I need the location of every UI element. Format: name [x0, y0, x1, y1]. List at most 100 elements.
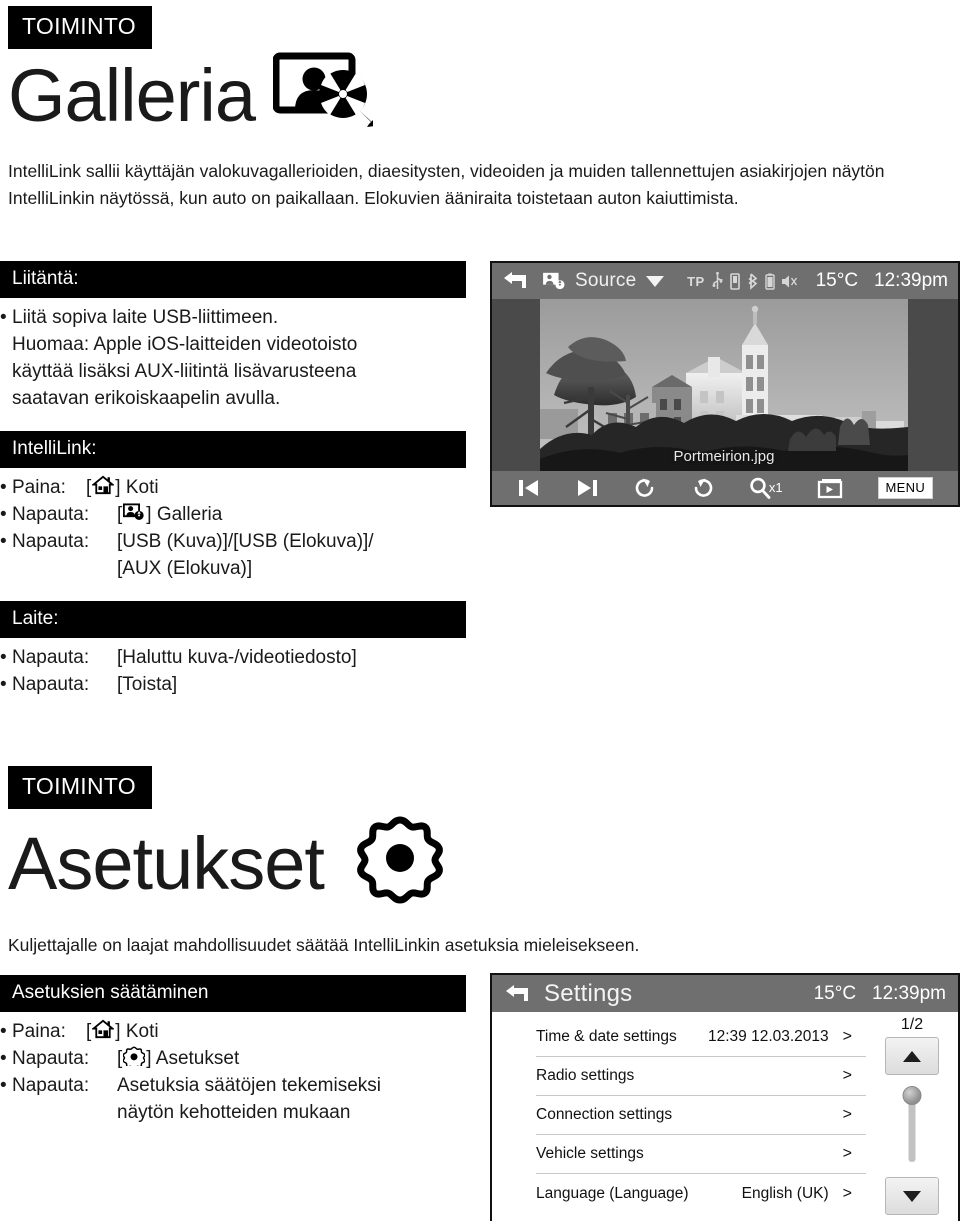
list-item: käyttää lisäksi AUX-liitintä lisävaruste…	[0, 359, 470, 386]
settings-row-vehicle[interactable]: Vehicle settings >	[536, 1135, 866, 1174]
list-item-label: Paina:	[12, 476, 66, 498]
list-item: näytön kehotteiden mukaan	[0, 1100, 470, 1127]
block-rows-intellilink: • Paina: [ ] Koti • Napauta: [] Galleri…	[0, 475, 470, 583]
list-item-text: [Toista]	[117, 673, 178, 695]
list-item-label: Napauta:	[12, 1047, 90, 1069]
list-item-text: [AUX (Elokuva)]	[117, 557, 253, 579]
block-heading-laite: Laite:	[0, 600, 466, 638]
bracket-open: [	[117, 1047, 123, 1069]
list-item: saatavan erikoiskaapelin avulla.	[0, 386, 470, 413]
bullet: •	[0, 1074, 7, 1096]
list-item: Huomaa: Apple iOS-laitteiden videotoisto	[0, 332, 470, 359]
list-item: • Paina: [ ] Koti	[0, 1019, 470, 1046]
source-label[interactable]: Source	[575, 270, 636, 292]
bullet: •	[0, 530, 7, 552]
chevron-right-icon: >	[842, 1106, 852, 1123]
mute-speaker-icon	[781, 274, 798, 289]
battery-icon	[764, 273, 775, 290]
list-item-text: [Haluttu kuva-/videotiedosto]	[117, 646, 357, 668]
bracket-open: [	[86, 476, 92, 498]
bullet: •	[0, 673, 7, 695]
zoom-button[interactable]: x1	[749, 477, 783, 500]
row-label: Vehicle settings	[536, 1145, 644, 1162]
list-item-label: Napauta:	[12, 530, 90, 552]
list-item-text: ] Koti	[115, 1021, 159, 1042]
row-label: Language (Language)	[536, 1184, 689, 1202]
phone-icon	[729, 272, 741, 290]
scroll-thumb[interactable]	[902, 1086, 922, 1105]
chevron-right-icon: >	[842, 1145, 852, 1162]
gear-icon	[123, 1046, 146, 1066]
bullet: •	[0, 476, 7, 498]
settings-list: Time & date settings 12:39 12.03.2013 > …	[492, 1012, 866, 1221]
chevron-down-icon[interactable]	[646, 275, 665, 287]
settings-body: Time & date settings 12:39 12.03.2013 > …	[492, 1012, 958, 1221]
settings-scrollbar[interactable]: 1/2	[866, 1012, 958, 1221]
block-heading-asetuksien-saataminen: Asetuksien säätäminen	[0, 975, 466, 1012]
list-item-text: Huomaa: Apple iOS-laitteiden videotoisto	[12, 333, 358, 355]
intro-paragraph-galleria: IntelliLink sallii käyttäjän valokuvagal…	[8, 161, 885, 208]
bracket-open: [	[86, 1021, 92, 1042]
rotate-ccw-icon[interactable]	[633, 476, 657, 500]
topbar-clock-group: 15°C 12:39pm	[816, 270, 948, 292]
scroll-up-button[interactable]	[885, 1037, 939, 1075]
list-item: [AUX (Elokuva)]	[0, 556, 470, 583]
gallery-icon	[123, 502, 145, 522]
source-gallery-icon[interactable]	[542, 271, 566, 291]
page-title-text: Galleria	[8, 54, 256, 137]
list-item-label: Napauta:	[12, 646, 90, 668]
chevron-right-icon: >	[842, 1028, 852, 1045]
list-item-label: Napauta:	[12, 1074, 90, 1096]
page-title-asetukset: Asetukset	[8, 812, 446, 916]
row-label: Time & date settings	[536, 1028, 677, 1045]
galleria-steps-column: Liitäntä: • Liitä sopiva laite USB-liitt…	[0, 261, 470, 699]
back-arrow-icon[interactable]	[502, 271, 528, 291]
settings-title: Settings	[544, 979, 633, 1007]
settings-row-radio[interactable]: Radio settings >	[536, 1057, 866, 1096]
list-item-text: käyttää lisäksi AUX-liitintä lisävaruste…	[12, 360, 357, 382]
list-item-text: ] Galleria	[146, 503, 223, 525]
section-tag-toiminto-2: TOIMINTO	[8, 766, 152, 809]
list-item: • Liitä sopiva laite USB-liittimeen.	[0, 305, 470, 332]
row-label: Radio settings	[536, 1067, 635, 1084]
block-rows-liitanta: • Liitä sopiva laite USB-liittimeen. Huo…	[0, 305, 470, 413]
back-arrow-icon[interactable]	[504, 984, 530, 1004]
list-item-text: saatavan erikoiskaapelin avulla.	[12, 387, 281, 409]
settings-row-time-date[interactable]: Time & date settings 12:39 12.03.2013 >	[536, 1018, 866, 1057]
menu-button[interactable]: MENU	[877, 477, 934, 499]
list-item-text: Liitä sopiva laite USB-liittimeen.	[12, 307, 279, 328]
page-title-galleria: Galleria	[8, 52, 380, 140]
photo-filename: Portmeirion.jpg	[673, 448, 775, 465]
list-item-label: Paina:	[12, 1021, 66, 1042]
home-icon	[92, 1019, 115, 1039]
next-button[interactable]	[575, 477, 599, 499]
photo-viewer[interactable]: Portmeirion.jpg	[540, 299, 908, 471]
photo-stage: Portmeirion.jpg	[492, 299, 958, 471]
settings-topbar: Settings 15°C 12:39pm	[492, 975, 958, 1012]
previous-button[interactable]	[517, 477, 541, 499]
scroll-down-button[interactable]	[885, 1177, 939, 1215]
gallery-device-screen: Source TP 15°C 12:39pm Portmeirion.jpg x…	[490, 261, 960, 507]
settings-clock-group: 15°C 12:39pm	[814, 983, 946, 1005]
triangle-down-icon	[903, 1190, 921, 1202]
bullet: •	[0, 1047, 7, 1069]
slideshow-button[interactable]	[817, 477, 844, 499]
row-value: English (UK)	[741, 1184, 829, 1202]
chevron-right-icon: >	[842, 1067, 852, 1084]
bracket-open: [	[117, 503, 123, 525]
list-item-text: Asetuksia säätöjen tekemiseksi	[117, 1074, 382, 1096]
list-item-text: [USB (Kuva)]/[USB (Elokuva)]/	[117, 530, 374, 552]
page-indicator: 1/2	[900, 1016, 924, 1033]
bullet: •	[0, 1021, 7, 1042]
list-item-text: ] Asetukset	[146, 1047, 240, 1069]
list-item: • Napauta: [ ] Asetukset	[0, 1046, 470, 1073]
rotate-cw-icon[interactable]	[691, 476, 715, 500]
zoom-level-label: x1	[768, 479, 783, 495]
list-item-label: Napauta:	[12, 503, 90, 525]
settings-row-language[interactable]: Language (Language) English (UK) >	[536, 1174, 866, 1213]
chevron-right-icon: >	[842, 1184, 852, 1202]
block-rows-asetuksien-saataminen: • Paina: [ ] Koti • Napauta: [] Asetuks…	[0, 1019, 470, 1127]
settings-row-connection[interactable]: Connection settings >	[536, 1096, 866, 1135]
list-item: • Paina: [ ] Koti	[0, 475, 470, 502]
gallery-topbar: Source TP 15°C 12:39pm	[492, 263, 958, 299]
